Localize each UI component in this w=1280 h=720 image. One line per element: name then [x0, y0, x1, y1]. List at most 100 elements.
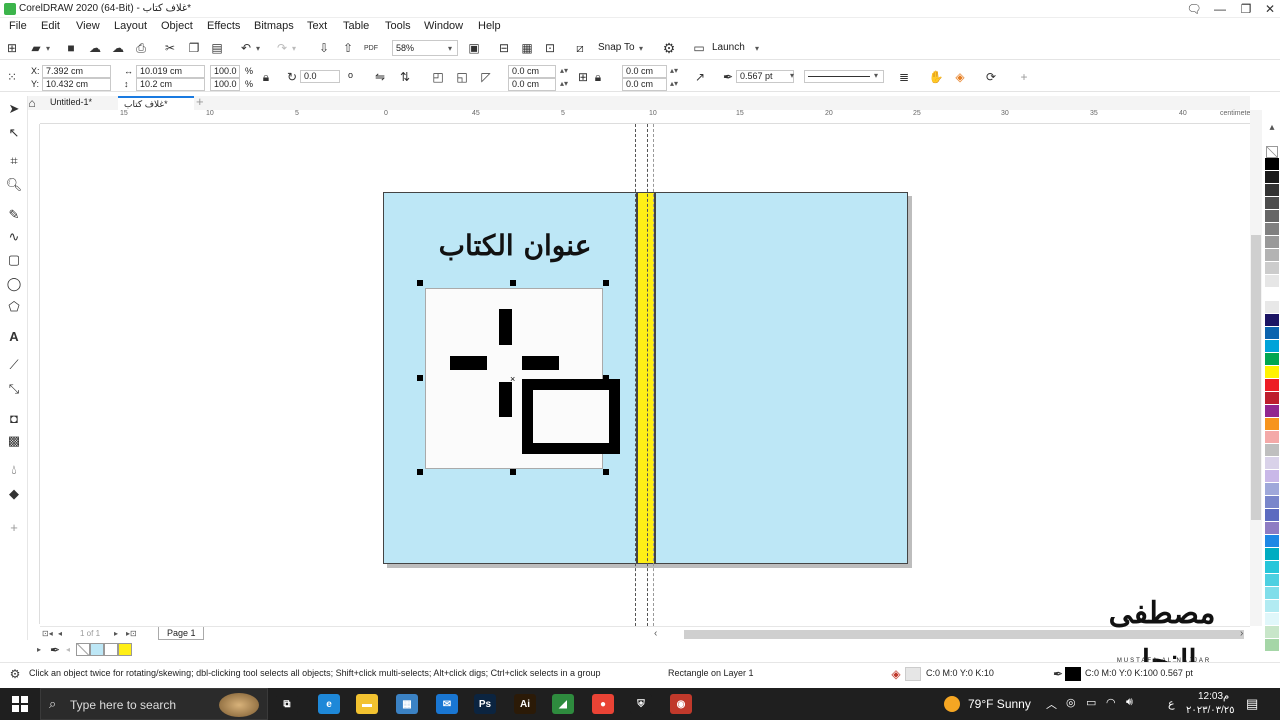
- recorder-taskbar-icon[interactable]: ◉: [670, 694, 692, 714]
- outline-pen-status-icon[interactable]: ✒: [1050, 666, 1066, 682]
- corner-radius-bottom-left-field[interactable]: 0.0 cm: [508, 78, 556, 91]
- import-icon[interactable]: ⇩: [316, 40, 332, 56]
- tray-chevron-icon[interactable]: ︿: [1046, 696, 1057, 712]
- rectangle-tool-icon[interactable]: ▢: [5, 251, 23, 269]
- palette-swatch[interactable]: [1265, 535, 1279, 548]
- scale-height-field[interactable]: 100.0: [210, 78, 240, 91]
- clock-time[interactable]: 12:03: [1198, 691, 1223, 702]
- y-position-field[interactable]: 10.432 cm: [42, 78, 111, 91]
- next-page-icon[interactable]: ▸: [114, 629, 118, 638]
- restore-button[interactable]: ❐: [1233, 1, 1259, 17]
- close-button[interactable]: ✕: [1257, 1, 1280, 17]
- palette-swatch[interactable]: [1265, 392, 1279, 405]
- corner-options-icon[interactable]: ⊞: [575, 69, 591, 85]
- shape-tool-icon[interactable]: ↖: [5, 124, 23, 142]
- interactive-fill-icon[interactable]: ◆: [5, 485, 23, 503]
- show-grid-icon[interactable]: ▦: [519, 40, 535, 56]
- corner-lock-icon[interactable]: 🔒︎: [590, 69, 606, 85]
- selection-handle[interactable]: [603, 280, 609, 286]
- task-view-taskbar-icon[interactable]: ⧉: [276, 694, 298, 714]
- scroll-right-icon[interactable]: ›: [1240, 628, 1243, 639]
- palette-swatch[interactable]: [1265, 353, 1279, 366]
- home-icon[interactable]: ⌂: [24, 95, 40, 111]
- palette-swatch[interactable]: [1265, 600, 1279, 613]
- connector-tool-icon[interactable]: ⤡: [5, 380, 23, 398]
- horizontal-ruler[interactable]: 15 10 5 0 5 10 15 20 25 30 35 40 45 centimeters: [40, 110, 1262, 124]
- explorer-taskbar-icon[interactable]: ▬: [356, 694, 378, 714]
- ellipse-tool-icon[interactable]: ◯: [5, 275, 23, 293]
- corner-radius-bottom-right-field[interactable]: 0.0 cm: [622, 78, 667, 91]
- add-tool-icon[interactable]: +: [5, 518, 23, 536]
- artistic-media-icon[interactable]: ∿: [5, 228, 23, 246]
- palette-swatch[interactable]: [1265, 379, 1279, 392]
- palette-swatch[interactable]: [1265, 366, 1279, 379]
- vertical-scrollbar-thumb[interactable]: [1251, 235, 1261, 520]
- palette-swatch[interactable]: [1265, 522, 1279, 535]
- palette-swatch[interactable]: [1265, 301, 1279, 314]
- guideline[interactable]: [635, 124, 636, 626]
- chrome-taskbar-icon[interactable]: ●: [592, 694, 614, 714]
- input-language[interactable]: ع: [1168, 697, 1175, 710]
- menu-tools[interactable]: Tools: [385, 20, 411, 32]
- palette-swatch[interactable]: [1265, 327, 1279, 340]
- height-field[interactable]: 10.2 cm: [136, 78, 205, 91]
- document-palette-expand-icon[interactable]: ▸: [37, 645, 41, 654]
- copy-icon[interactable]: ❐: [186, 40, 202, 56]
- back-cover-panel[interactable]: [655, 192, 908, 564]
- vertical-ruler[interactable]: [28, 124, 40, 624]
- menu-table[interactable]: Table: [343, 20, 369, 32]
- outline-color-swatch[interactable]: [1065, 667, 1081, 681]
- tray-camera-icon[interactable]: ◎: [1066, 696, 1076, 709]
- snap-to-label[interactable]: Snap To: [598, 42, 635, 53]
- redo-dropdown-icon[interactable]: ▾: [292, 44, 296, 53]
- tab-book-cover[interactable]: غلاف كتاب*: [118, 96, 194, 110]
- palette-swatch[interactable]: [1265, 405, 1279, 418]
- chamfered-corner-icon[interactable]: ◸: [478, 69, 494, 85]
- open-dropdown-icon[interactable]: ▾: [46, 44, 50, 53]
- palette-swatch[interactable]: [1265, 431, 1279, 444]
- show-guidelines-icon[interactable]: ⊡: [542, 40, 558, 56]
- last-page-icon[interactable]: ▸⊡: [126, 629, 137, 638]
- snap-icon[interactable]: ⧄: [572, 40, 588, 56]
- mail-taskbar-icon[interactable]: ✉: [436, 694, 458, 714]
- tray-network-icon[interactable]: ▭: [1086, 696, 1096, 709]
- cloud-upload-icon[interactable]: ☁: [110, 40, 126, 56]
- tray-volume-icon[interactable]: 🔊︎: [1126, 696, 1133, 709]
- width-field[interactable]: 10.019 cm: [136, 65, 205, 78]
- document-swatch-none[interactable]: [76, 643, 90, 656]
- palette-swatch[interactable]: [1265, 470, 1279, 483]
- to-curves-icon[interactable]: ✋: [928, 69, 944, 85]
- palette-swatch[interactable]: [1265, 210, 1279, 223]
- photoshop-taskbar-icon[interactable]: Ps: [474, 694, 496, 714]
- clock-date[interactable]: ٢٠٢٣/٠٣/٢٥: [1186, 705, 1235, 716]
- new-document-icon[interactable]: ⊞: [4, 40, 20, 56]
- convert-icon[interactable]: ⟳: [983, 69, 999, 85]
- palette-swatch[interactable]: [1265, 236, 1279, 249]
- selection-center-icon[interactable]: ×: [510, 374, 515, 384]
- show-rulers-icon[interactable]: ⊟: [496, 40, 512, 56]
- illustrator-taskbar-icon[interactable]: Ai: [514, 694, 536, 714]
- x-position-field[interactable]: 7.392 cm: [42, 65, 111, 78]
- menu-bitmaps[interactable]: Bitmaps: [254, 20, 294, 32]
- snap-to-dropdown-icon[interactable]: ▾: [639, 44, 643, 53]
- selection-handle[interactable]: [510, 280, 516, 286]
- selection-handle[interactable]: [510, 469, 516, 475]
- minimize-button[interactable]: —: [1207, 1, 1233, 17]
- no-color-swatch[interactable]: [1266, 146, 1278, 158]
- palette-swatch[interactable]: [1265, 574, 1279, 587]
- cloud-download-icon[interactable]: ☁: [87, 40, 103, 56]
- menu-view[interactable]: View: [76, 20, 100, 32]
- palette-swatch[interactable]: [1265, 249, 1279, 262]
- palette-swatch[interactable]: [1265, 613, 1279, 626]
- launch-icon[interactable]: ▭: [691, 40, 707, 56]
- document-swatch-yellow[interactable]: [118, 643, 132, 656]
- outline-style-dropdown-icon[interactable]: ▾: [874, 71, 878, 80]
- rotation-field[interactable]: 0.0: [300, 70, 340, 83]
- outline-width-dropdown-icon[interactable]: ▾: [790, 71, 794, 80]
- palette-swatch[interactable]: [1265, 457, 1279, 470]
- menu-edit[interactable]: Edit: [41, 20, 60, 32]
- document-palette-scroll-icon[interactable]: ◂: [66, 645, 70, 654]
- palette-swatch[interactable]: [1265, 158, 1279, 171]
- security-taskbar-icon[interactable]: ⛨: [630, 694, 652, 714]
- menu-effects[interactable]: Effects: [207, 20, 240, 32]
